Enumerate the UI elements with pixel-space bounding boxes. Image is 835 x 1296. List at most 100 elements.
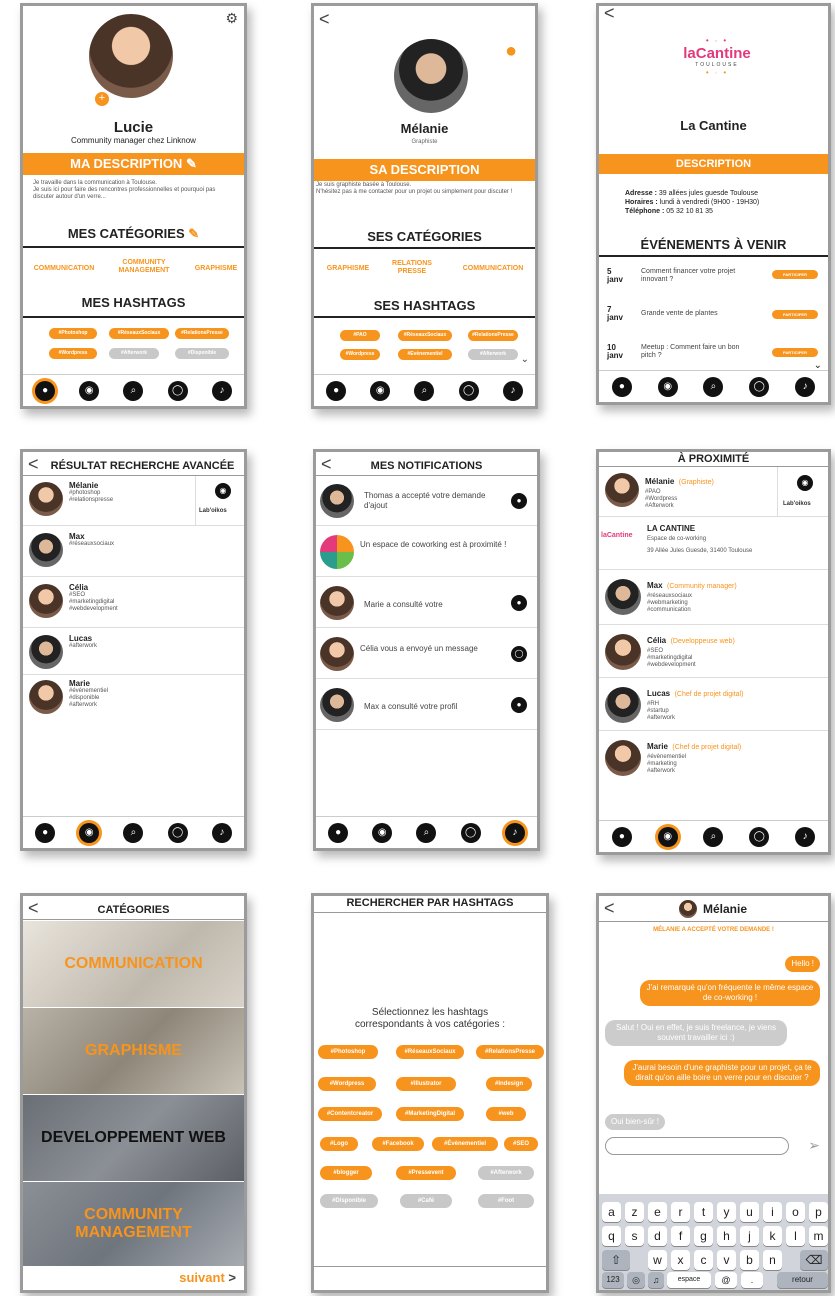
nav-location-icon[interactable]: ◉ — [370, 380, 391, 401]
nav-search-icon[interactable]: ⌕ — [123, 822, 144, 843]
hashtag-chip[interactable]: #Illustrator — [396, 1077, 456, 1091]
nav-search-icon[interactable]: ⌕ — [414, 380, 435, 401]
hashtag-chip[interactable]: #Contentcreator — [318, 1107, 382, 1121]
nav-search-icon[interactable]: ⌕ — [703, 376, 724, 397]
profile-icon[interactable]: ● — [511, 595, 527, 611]
key[interactable]: s — [625, 1226, 644, 1246]
nav-bell-icon[interactable]: ♪ — [211, 822, 232, 843]
key[interactable]: u — [740, 1202, 759, 1222]
hashtag[interactable]: #Wordpress — [340, 349, 380, 360]
nav-search-icon[interactable]: ⌕ — [416, 822, 437, 843]
numbers-key[interactable]: 123 — [602, 1272, 624, 1288]
nav-profile-icon[interactable]: ● — [328, 822, 349, 843]
participate-button[interactable]: PARTICIPER — [772, 310, 818, 319]
hashtag-chip[interactable]: #Disponible — [320, 1194, 378, 1208]
hashtag-chip[interactable]: #Café — [400, 1194, 452, 1208]
notification-row[interactable]: Un espace de coworking est à proximité ! — [316, 527, 537, 577]
nav-bell-icon[interactable]: ♪ — [795, 826, 816, 847]
hashtag-chip[interactable]: #Photoshop — [318, 1045, 378, 1059]
key[interactable]: a — [602, 1202, 621, 1222]
category-graphisme[interactable]: GRAPHISME — [185, 265, 244, 273]
nav-location-icon[interactable]: ◉ — [79, 822, 100, 843]
key[interactable]: j — [740, 1226, 759, 1246]
chevron-down-icon[interactable]: ⌄ — [521, 354, 529, 365]
nav-chat-icon[interactable]: ◯ — [167, 380, 188, 401]
key[interactable]: q — [602, 1226, 621, 1246]
category-card-graphisme[interactable]: GRAPHISME — [23, 1008, 244, 1094]
return-key[interactable]: retour — [777, 1272, 828, 1288]
nav-profile-icon[interactable]: ● — [35, 380, 56, 401]
hashtag-chip[interactable]: #MarketingDigital — [396, 1107, 464, 1121]
nav-location-icon[interactable]: ◉ — [657, 826, 678, 847]
key[interactable]: t — [694, 1202, 713, 1222]
result-row[interactable]: Marie #événementiel #disponible #afterwor… — [23, 676, 244, 726]
location-pin-icon[interactable]: ◉ — [215, 483, 231, 499]
hashtag[interactable]: #Wordpress — [49, 348, 97, 359]
hashtag-chip[interactable]: #Foot — [478, 1194, 534, 1208]
pencil-icon[interactable]: ✎ — [188, 226, 199, 241]
hashtag[interactable]: #Afterwork — [468, 349, 518, 360]
nav-search-icon[interactable]: ⌕ — [123, 380, 144, 401]
nav-location-icon[interactable]: ◉ — [372, 822, 393, 843]
category-relations-presse[interactable]: RELATIONS PRESSE — [384, 260, 440, 276]
nav-profile-icon[interactable]: ● — [326, 380, 347, 401]
hashtag-chip[interactable]: #Afterwork — [478, 1166, 534, 1180]
hashtag[interactable]: #Photoshop — [49, 328, 97, 339]
nav-bell-icon[interactable]: ♪ — [502, 380, 523, 401]
backspace-key-icon[interactable]: ⌫ — [800, 1250, 828, 1270]
notification-row[interactable]: Max a consulté votre profil ● — [316, 680, 537, 730]
notification-row[interactable]: Thomas a accepté votre demande d'ajout ● — [316, 476, 537, 526]
notification-row[interactable]: Marie a consulté votre ● — [316, 578, 537, 628]
hashtag-chip[interactable]: #Wordpress — [318, 1077, 376, 1091]
hashtag-chip[interactable]: #web — [486, 1107, 526, 1121]
nearby-row[interactable]: Célia (Developpeuse web) #SEO #marketingd… — [599, 626, 828, 678]
key[interactable]: l — [786, 1226, 805, 1246]
hashtag-chip[interactable]: #RelationsPresse — [476, 1045, 544, 1059]
category-communication[interactable]: COMMUNICATION — [25, 265, 103, 273]
nav-profile-icon[interactable]: ● — [611, 826, 632, 847]
result-row[interactable]: Max #réseauxsociaux — [23, 527, 244, 577]
category-graphisme[interactable]: GRAPHISME — [320, 265, 376, 273]
key[interactable]: i — [763, 1202, 782, 1222]
nav-profile-icon[interactable]: ● — [35, 822, 56, 843]
hashtag[interactable]: #Evènementiel — [398, 349, 452, 360]
hashtag-chip[interactable]: #SEO — [504, 1137, 538, 1151]
nav-chat-icon[interactable]: ◯ — [167, 822, 188, 843]
hashtag[interactable]: #RéseauxSociaux — [109, 328, 169, 339]
key[interactable]: v — [717, 1250, 736, 1270]
hashtag[interactable]: #PAO — [340, 330, 380, 341]
nearby-row[interactable]: Max (Community manager) #réseauxsociaux #… — [599, 571, 828, 625]
hashtag-chip[interactable]: #blogger — [320, 1166, 372, 1180]
result-row[interactable]: Mélanie #photoshop #relationspresse ◉ Lab… — [23, 476, 244, 526]
nav-chat-icon[interactable]: ◯ — [749, 376, 770, 397]
nav-bell-icon[interactable]: ♪ — [504, 822, 525, 843]
category-card-communication[interactable]: COMMUNICATION — [23, 921, 244, 1007]
key[interactable]: n — [763, 1250, 782, 1270]
result-row[interactable]: Lucas #afterwork — [23, 629, 244, 675]
notification-row[interactable]: Célia vous a envoyé un message ◯ — [316, 629, 537, 679]
category-community-management[interactable]: COMMUNITY MANAGEMENT — [109, 259, 179, 275]
key[interactable]: k — [763, 1226, 782, 1246]
nav-bell-icon[interactable]: ♪ — [211, 380, 232, 401]
nearby-row[interactable]: Lucas (Chef de projet digital) #RH #start… — [599, 679, 828, 731]
key[interactable]: x — [671, 1250, 690, 1270]
key[interactable]: e — [648, 1202, 667, 1222]
message-input[interactable] — [605, 1137, 789, 1155]
hashtag-chip[interactable]: #Pressevent — [396, 1166, 456, 1180]
key[interactable]: w — [648, 1250, 667, 1270]
back-icon[interactable]: < — [604, 6, 615, 22]
nav-profile-icon[interactable]: ● — [611, 376, 632, 397]
back-icon[interactable]: < — [319, 10, 330, 28]
nav-chat-icon[interactable]: ◯ — [460, 822, 481, 843]
category-card-developpement-web[interactable]: DEVELOPPEMENT WEB — [23, 1095, 244, 1181]
add-contact-icon[interactable]: ● — [505, 40, 527, 64]
pencil-icon[interactable]: ✎ — [186, 156, 197, 171]
key[interactable]: d — [648, 1226, 667, 1246]
space-key[interactable]: espace — [667, 1272, 711, 1288]
key[interactable]: c — [694, 1250, 713, 1270]
globe-key-icon[interactable]: ◎ — [627, 1272, 645, 1288]
dot-key[interactable]: . — [741, 1272, 763, 1288]
hashtag-chip[interactable]: #Indesign — [486, 1077, 532, 1091]
gear-icon[interactable]: ⚙ — [225, 10, 238, 27]
mic-key-icon[interactable]: ♫ — [648, 1272, 664, 1288]
